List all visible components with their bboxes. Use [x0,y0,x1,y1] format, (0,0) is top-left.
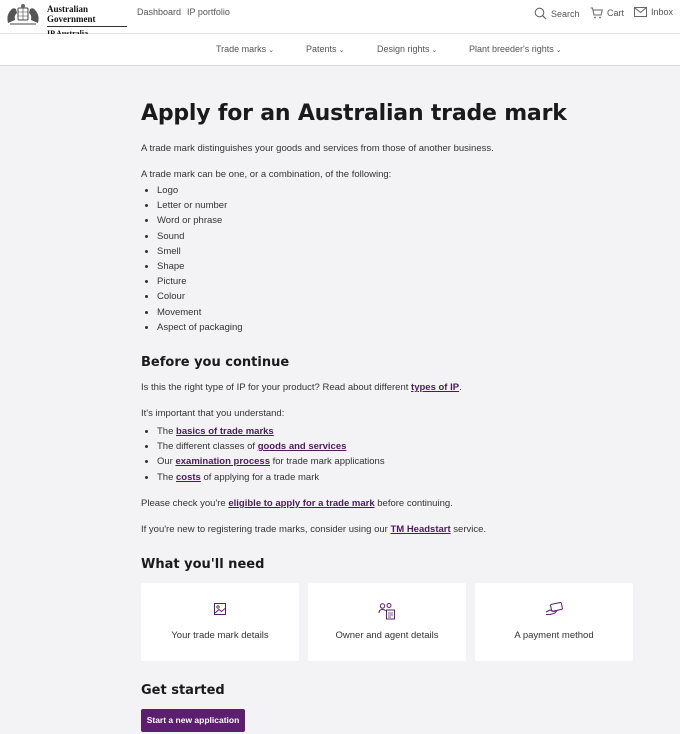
intro-text: A trade mark distinguishes your goods an… [141,143,494,154]
nav-trade-marks-label: Trade marks [216,44,267,54]
understand-list: The basics of trade marks The different … [157,424,385,485]
card-label: Owner and agent details [335,630,439,641]
basics-of-trade-marks-link[interactable]: basics of trade marks [176,426,274,437]
list-item: Picture [157,274,243,289]
right-type-post: . [459,382,462,393]
start-new-application-button[interactable]: Start a new application [141,709,245,732]
coat-of-arms-icon [7,4,39,25]
types-of-ip-link[interactable]: types of IP [411,382,459,393]
item-text: for trade mark applications [270,456,385,468]
eligible-text: Please check you're eligible to apply fo… [141,498,453,509]
list-item: Letter or number [157,198,243,213]
nav-patents[interactable]: Patents ⌄ [306,44,344,54]
nav-plant-breeders-rights-label: Plant breeder's rights [469,44,554,54]
list-item: The costs of applying for a trade mark [157,470,385,485]
goods-and-services-link[interactable]: goods and services [258,441,347,452]
list-item: Movement [157,305,243,320]
eligible-to-apply-link[interactable]: eligible to apply for a trade mark [228,498,374,509]
mail-icon [634,7,647,17]
list-item: Aspect of packaging [157,320,243,335]
eligible-pre: Please check you're [141,498,229,509]
cart-button[interactable]: Cart [590,7,624,19]
chevron-down-icon: ⌄ [268,47,275,54]
costs-link[interactable]: costs [176,472,201,483]
search-icon [534,7,547,20]
search-label: Search [551,8,580,19]
card-label: Your trade mark details [171,630,269,641]
top-bar: Australian Government IP Australia Dashb… [0,0,680,38]
list-item: Our examination process for trade mark a… [157,454,385,469]
credit-card-hand-icon [545,602,563,615]
page-title: Apply for an Australian trade mark [141,101,567,126]
payment-method-card: A payment method [475,583,633,661]
trade-mark-details-card: Your trade mark details [141,583,299,661]
item-text: The different classes of [157,441,258,453]
nav-plant-breeders-rights[interactable]: Plant breeder's rights ⌄ [469,44,562,54]
dashboard-link[interactable]: Dashboard [137,7,181,17]
nav-patents-label: Patents [306,44,337,54]
list-item: Sound [157,229,243,244]
main-nav: Trade marks ⌄ Patents ⌄ Design rights ⌄ Pla… [0,34,680,66]
chevron-down-icon: ⌄ [431,47,438,54]
nav-design-rights[interactable]: Design rights ⌄ [377,44,437,54]
item-text: Our [157,456,176,468]
list-intro-text: A trade mark can be one, or a combinatio… [141,169,392,180]
nav-trade-marks[interactable]: Trade marks ⌄ [216,44,274,54]
brand-government: Australian Government [47,4,127,27]
item-text: The [157,471,177,483]
list-item: Shape [157,259,243,274]
nav-design-rights-label: Design rights [377,44,430,54]
inbox-label: Inbox [651,7,674,17]
right-type-text: Is this the right type of IP for your pr… [141,382,462,393]
search-button[interactable]: Search [534,7,580,20]
inbox-button[interactable]: Inbox [634,7,673,17]
card-label: A payment method [514,630,594,641]
people-document-icon [378,603,395,620]
list-item: The basics of trade marks [157,424,385,439]
get-started-heading: Get started [141,683,225,698]
ip-portfolio-link[interactable]: IP portfolio [187,7,230,17]
list-item: Word or phrase [157,213,243,228]
list-item: Colour [157,289,243,304]
eligible-post: before continuing. [374,498,453,509]
what-youll-need-heading: What you'll need [141,557,265,572]
chevron-down-icon: ⌄ [338,47,345,54]
brand[interactable]: Australian Government IP Australia [47,4,127,38]
understand-text: It's important that you understand: [141,408,285,419]
owner-agent-details-card: Owner and agent details [308,583,466,661]
list-item: Smell [157,244,243,259]
before-you-continue-heading: Before you continue [141,355,290,370]
tm-headstart-link[interactable]: TM Headstart [390,524,450,535]
headstart-pre: If you're new to registering trade marks… [141,524,391,535]
trade-mark-types-list: Logo Letter or number Word or phrase Sou… [157,183,243,335]
item-text: The [157,426,177,437]
item-text: of applying for a trade mark [200,471,320,483]
cart-icon [590,7,603,19]
examination-process-link[interactable]: examination process [175,456,270,467]
headstart-post: service. [450,524,487,535]
headstart-text: If you're new to registering trade marks… [141,524,486,535]
right-type-pre: Is this the right type of IP for your pr… [141,382,412,393]
cart-label: Cart [607,8,625,18]
chevron-down-icon: ⌄ [555,47,562,54]
image-icon [214,603,226,615]
list-item: Logo [157,183,243,198]
list-item: The different classes of goods and servi… [157,439,385,454]
